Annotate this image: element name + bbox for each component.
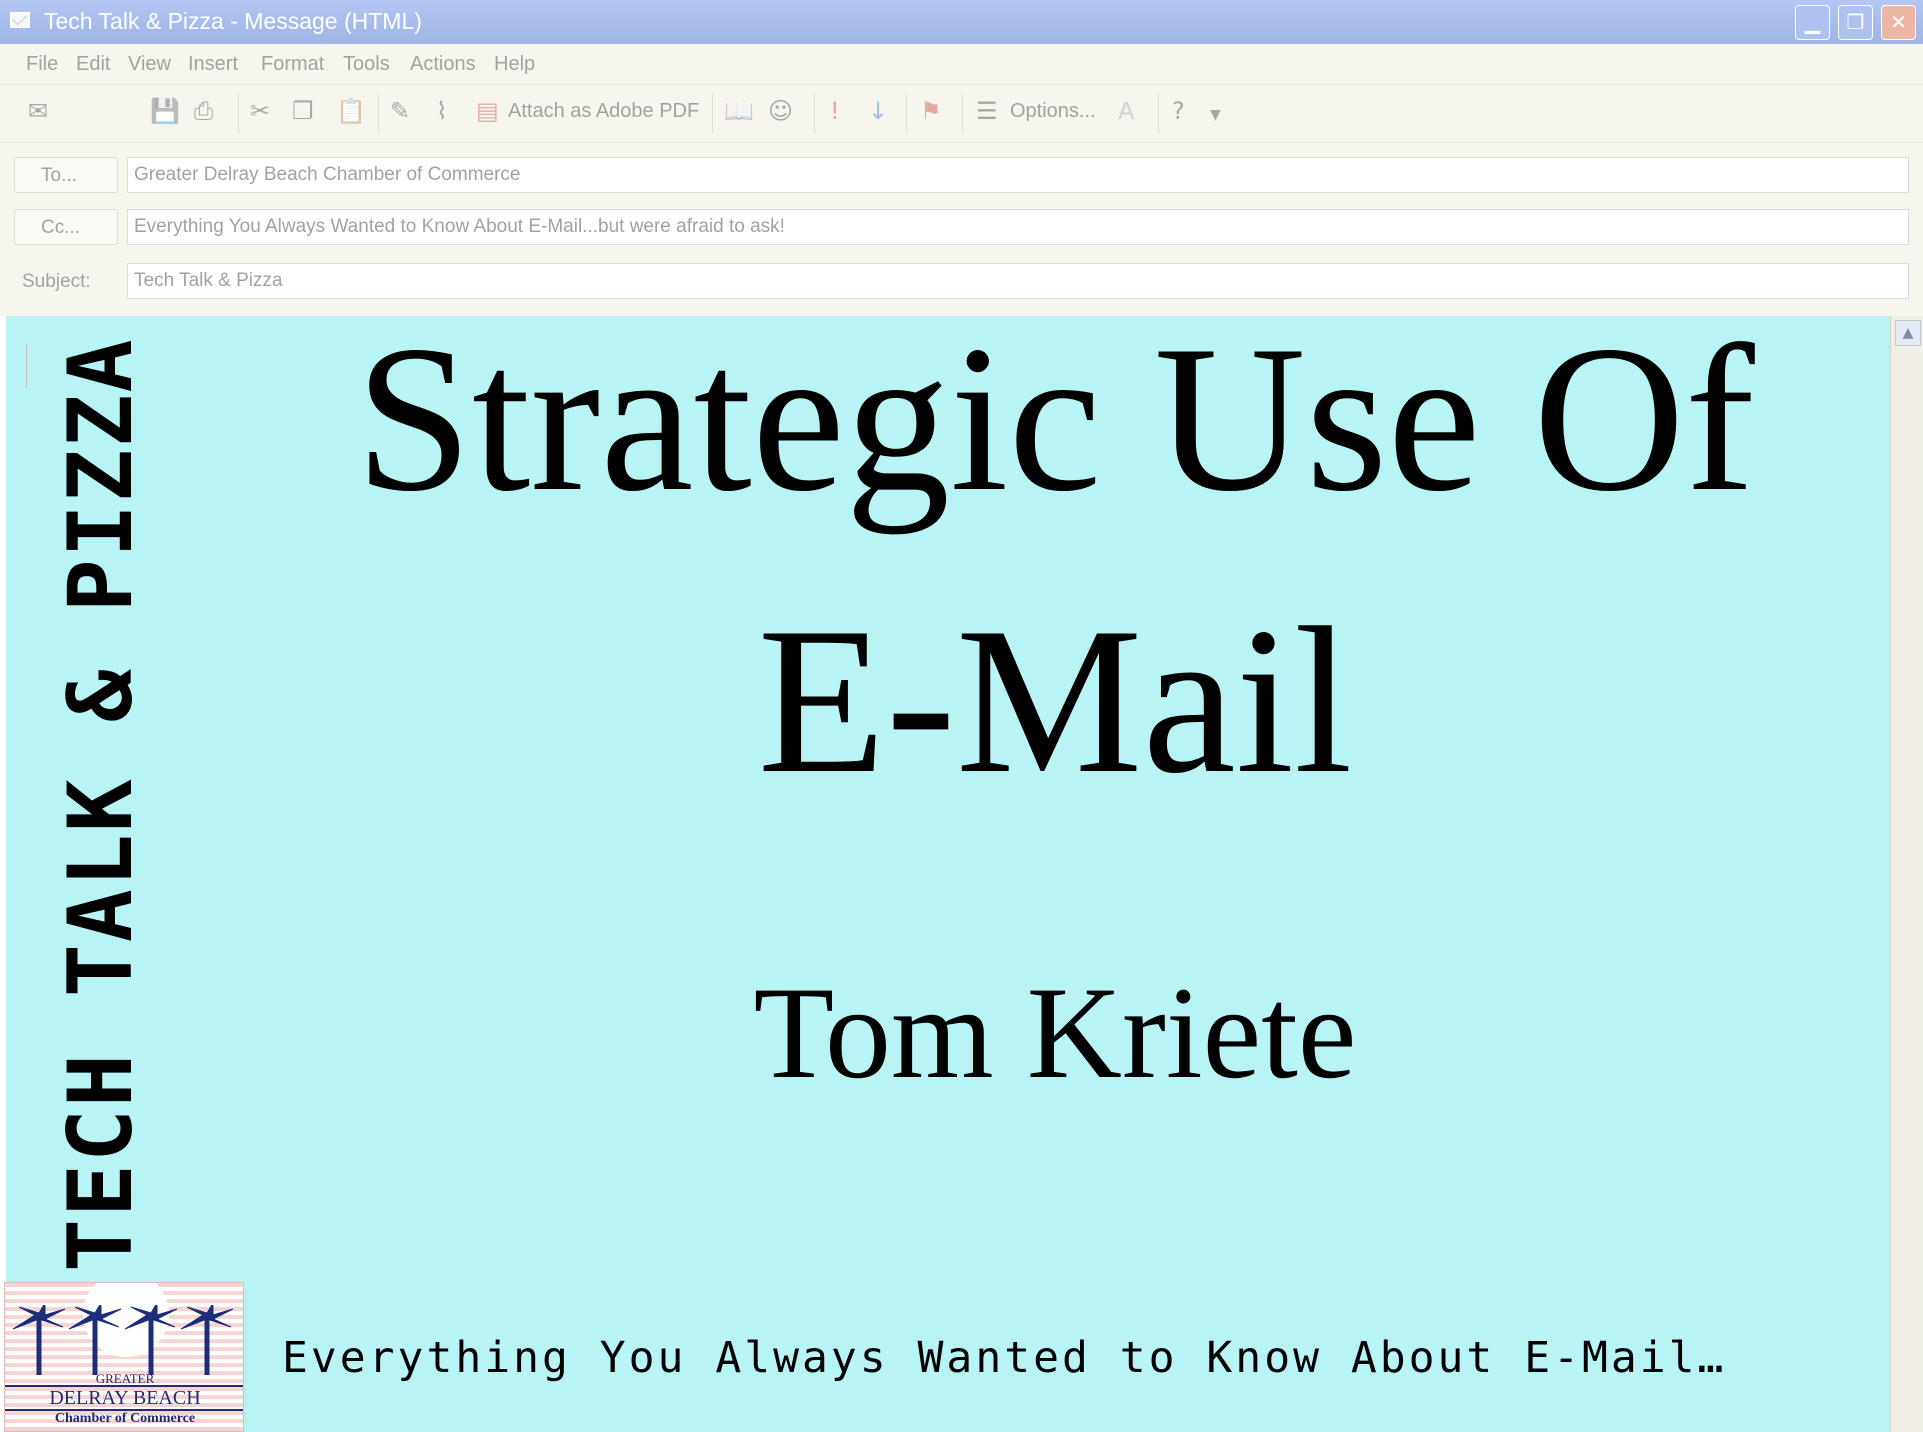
toolbar-separator	[712, 93, 713, 133]
address-book-icon[interactable]: 📖	[724, 97, 754, 125]
to-button[interactable]: To...	[14, 157, 118, 193]
cut-icon[interactable]: ✂	[250, 97, 270, 125]
options-icon[interactable]: ☰	[976, 97, 998, 125]
cc-field[interactable]: Everything You Always Wanted to Know Abo…	[127, 209, 1909, 245]
print-icon[interactable]: ⎙	[194, 97, 213, 125]
cc-button[interactable]: Cc...	[14, 209, 118, 245]
scroll-up-icon[interactable]: ▲	[1895, 320, 1921, 346]
minimize-button[interactable]: ▁	[1795, 5, 1830, 40]
toolbar-separator	[906, 93, 907, 133]
restore-button[interactable]: ❐	[1838, 5, 1873, 40]
subject-field[interactable]: Tech Talk & Pizza	[127, 263, 1909, 299]
logo-line-delray: DELRAY BEACH	[5, 1385, 243, 1411]
paste-icon[interactable]: 📋	[336, 97, 366, 125]
palm-trees-icon	[12, 1305, 234, 1375]
send-icon[interactable]: ✉	[28, 97, 48, 125]
menu-file[interactable]: File	[26, 53, 58, 76]
menu-actions[interactable]: Actions	[410, 53, 476, 76]
subject-label: Subject:	[22, 271, 91, 292]
menu-edit[interactable]: Edit	[76, 53, 110, 76]
toolbar-separator	[1158, 93, 1159, 133]
menu-tools[interactable]: Tools	[343, 53, 390, 76]
flag-icon[interactable]: ⚑	[920, 97, 942, 125]
slide-subtitle: Everything You Always Wanted to Know Abo…	[282, 1333, 1727, 1383]
menu-bar: File Edit View Insert Format Tools Actio…	[0, 44, 1923, 85]
window-title: Tech Talk & Pizza - Message (HTML)	[44, 8, 422, 34]
menu-format[interactable]: Format	[261, 53, 324, 76]
format-text-icon[interactable]: A	[1118, 97, 1134, 125]
help-icon[interactable]: ?	[1172, 97, 1185, 125]
to-field[interactable]: Greater Delray Beach Chamber of Commerce	[127, 157, 1909, 193]
menu-view[interactable]: View	[128, 53, 171, 76]
side-banner: TECH TALK & PIZZA	[49, 337, 152, 1272]
text-cursor	[26, 344, 27, 388]
vertical-scrollbar[interactable]: ▲	[1890, 316, 1923, 1432]
slide-title-line2: E-Mail	[757, 585, 1353, 817]
logo-line-chamber: Chamber of Commerce	[54, 1411, 196, 1426]
high-importance-icon[interactable]: !	[830, 97, 840, 125]
toolbar-separator	[814, 93, 815, 133]
pdf-icon[interactable]: ▤	[476, 97, 499, 125]
check-names-icon[interactable]: ✎	[390, 97, 410, 125]
paperclip-icon[interactable]: ⌇	[436, 97, 448, 125]
attach-pdf-button[interactable]: Attach as Adobe PDF	[508, 100, 699, 123]
slide-author: Tom Kriete	[753, 959, 1357, 1106]
message-header: To... Greater Delray Beach Chamber of Co…	[0, 143, 1923, 316]
low-importance-icon[interactable]: ↓	[868, 97, 888, 125]
chevron-down-icon[interactable]: ▼	[1210, 107, 1221, 123]
menu-help[interactable]: Help	[494, 53, 535, 76]
chamber-logo: GREATER DELRAY BEACH Chamber of Commerce	[4, 1282, 244, 1432]
toolbar-separator	[962, 93, 963, 133]
toolbar: ✉ 💾 ⎙ ✂ ❐ 📋 ✎ ⌇ ▤ Attach as Adobe PDF 📖 …	[0, 85, 1923, 143]
title-bar: Tech Talk & Pizza - Message (HTML) ▁ ❐ ✕	[0, 0, 1923, 44]
toolbar-separator	[378, 93, 379, 133]
envelope-icon	[10, 12, 30, 28]
options-button[interactable]: Options...	[1010, 100, 1096, 123]
menu-insert[interactable]: Insert	[188, 53, 238, 76]
copy-icon[interactable]: ❐	[292, 97, 314, 125]
slide-title-line1: Strategic Use Of	[355, 303, 1755, 535]
close-button[interactable]: ✕	[1881, 5, 1916, 40]
save-icon[interactable]: 💾	[150, 97, 180, 125]
toolbar-separator	[238, 93, 239, 133]
check-names-person-icon[interactable]: ☺	[768, 97, 793, 125]
